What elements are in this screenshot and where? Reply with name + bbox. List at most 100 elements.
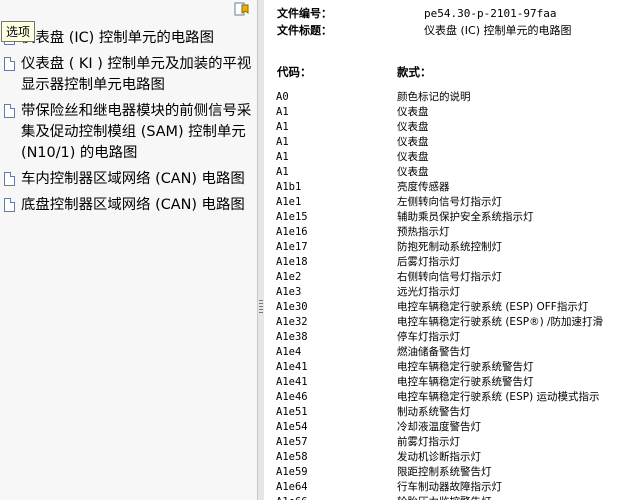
bookmarks-panel: 选项 仪表盘 (IC) 控制单元的电路图仪表盘 ( KI ) 控制单元及加装的平…	[0, 0, 257, 500]
part-description: 停车灯指示灯	[397, 331, 460, 343]
part-description: 电控车辆稳定行驶系统 (ESP) OFF指示灯	[397, 301, 589, 313]
part-code: A1e17	[276, 241, 308, 253]
bookmark-label: 车内控制器区域网络 (CAN) 电路图	[21, 171, 245, 187]
part-description: 电控车辆稳定行驶系统警告灯	[397, 376, 534, 388]
part-code: A1e66	[276, 495, 308, 500]
bookmark-item[interactable]: 底盘控制器区域网络 (CAN) 电路图	[3, 195, 255, 216]
part-description: 前雾灯指示灯	[397, 436, 460, 448]
bookmark-item[interactable]: 仪表盘 (IC) 控制单元的电路图	[3, 28, 255, 49]
table-row: A1e16 预热指示灯	[264, 225, 629, 240]
part-description: 辅助乘员保护安全系统指示灯	[397, 211, 534, 223]
table-row: A1e64 行车制动器故障指示灯	[264, 480, 629, 495]
part-description: 轮胎压力监控警告灯	[397, 495, 492, 500]
bookmark-options-icon[interactable]	[233, 1, 251, 17]
part-code: A1e32	[276, 316, 308, 328]
table-row: A1e57 前雾灯指示灯	[264, 435, 629, 450]
part-code: A1	[276, 166, 289, 178]
bookmark-label: 仪表盘 (IC) 控制单元的电路图	[21, 30, 214, 46]
part-description: 远光灯指示灯	[397, 286, 460, 298]
table-row: A1e51 制动系统警告灯	[264, 405, 629, 420]
table-row: A1e18 后雾灯指示灯	[264, 255, 629, 270]
part-code: A1e16	[276, 226, 308, 238]
part-code: A1e59	[276, 466, 308, 478]
part-code: A1e15	[276, 211, 308, 223]
parts-table: A0 颜色标记的说明 A1 仪表盘 A1 仪表盘 A1 仪表盘 A1 仪表盘 A1 仪表盘 A1b1 亮度…	[264, 90, 629, 500]
part-description: 亮度传感器	[397, 181, 450, 193]
description-column-header: 款式：	[397, 65, 432, 79]
options-tooltip: 选项	[1, 21, 36, 42]
part-code: A1e30	[276, 301, 308, 313]
part-description: 行车制动器故障指示灯	[397, 481, 502, 493]
bookmark-label: 仪表盘 ( KI ) 控制单元及加装的平视显示器控制单元电路图	[21, 56, 252, 93]
part-code: A1e57	[276, 436, 308, 448]
part-description: 电控车辆稳定行驶系统 (ESP®) /防加速打滑	[397, 316, 604, 328]
bookmark-label: 带保险丝和继电器模块的前侧信号采集及促动控制模组 (SAM) 控制单元 (N10…	[21, 103, 252, 161]
bookmark-page-icon	[4, 198, 15, 212]
table-row: A1e38 停车灯指示灯	[264, 330, 629, 345]
doc-title-value: 仪表盘 (IC) 控制单元的电路图	[424, 24, 572, 37]
table-row: A1e66 轮胎压力监控警告灯	[264, 495, 629, 500]
part-description: 电控车辆稳定行驶系统警告灯	[397, 361, 534, 373]
table-row: A1e15 辅助乘员保护安全系统指示灯	[264, 210, 629, 225]
table-row: A1e3 远光灯指示灯	[264, 285, 629, 300]
part-code: A1	[276, 151, 289, 163]
part-description: 制动系统警告灯	[397, 406, 471, 418]
table-row: A1e58 发动机诊断指示灯	[264, 450, 629, 465]
bookmark-item[interactable]: 仪表盘 ( KI ) 控制单元及加装的平视显示器控制单元电路图	[3, 54, 255, 96]
part-description: 仪表盘	[397, 151, 429, 163]
table-row: A0 颜色标记的说明	[264, 90, 629, 105]
part-code: A1e3	[276, 286, 302, 298]
table-row: A1e1 左侧转向信号灯指示灯	[264, 195, 629, 210]
part-code: A1e51	[276, 406, 308, 418]
table-row: A1e4 燃油储备警告灯	[264, 345, 629, 360]
doc-number-label: 文件编号：	[277, 7, 332, 20]
table-row: A1 仪表盘	[264, 135, 629, 150]
part-description: 燃油储备警告灯	[397, 346, 471, 358]
part-code: A1e41	[276, 361, 308, 373]
bookmark-item[interactable]: 车内控制器区域网络 (CAN) 电路图	[3, 169, 255, 190]
part-code: A1	[276, 136, 289, 148]
part-description: 颜色标记的说明	[397, 91, 471, 103]
part-description: 仪表盘	[397, 166, 429, 178]
part-description: 左侧转向信号灯指示灯	[397, 196, 502, 208]
table-row: A1 仪表盘	[264, 105, 629, 120]
part-code: A1e64	[276, 481, 308, 493]
part-code: A1	[276, 121, 289, 133]
part-code: A1b1	[276, 181, 302, 193]
table-row: A1e30 电控车辆稳定行驶系统 (ESP) OFF指示灯	[264, 300, 629, 315]
table-row: A1e17 防抱死制动系统控制灯	[264, 240, 629, 255]
part-code: A1e54	[276, 421, 308, 433]
part-description: 发动机诊断指示灯	[397, 451, 481, 463]
part-description: 电控车辆稳定行驶系统 (ESP) 运动模式指示	[397, 391, 600, 403]
bookmark-page-icon	[4, 172, 15, 186]
table-row: A1 仪表盘	[264, 165, 629, 180]
part-code: A1e41	[276, 376, 308, 388]
table-row: A1e59 限距控制系统警告灯	[264, 465, 629, 480]
table-row: A1e2 右侧转向信号灯指示灯	[264, 270, 629, 285]
bookmark-page-icon	[4, 104, 15, 118]
table-row: A1e41 电控车辆稳定行驶系统警告灯	[264, 360, 629, 375]
part-description: 右侧转向信号灯指示灯	[397, 271, 502, 283]
part-code: A1e58	[276, 451, 308, 463]
part-code: A1e46	[276, 391, 308, 403]
bookmark-label: 底盘控制器区域网络 (CAN) 电路图	[21, 197, 245, 213]
table-row: A1e46 电控车辆稳定行驶系统 (ESP) 运动模式指示	[264, 390, 629, 405]
table-row: A1e41 电控车辆稳定行驶系统警告灯	[264, 375, 629, 390]
bookmark-item[interactable]: 带保险丝和继电器模块的前侧信号采集及促动控制模组 (SAM) 控制单元 (N10…	[3, 101, 255, 164]
part-description: 后雾灯指示灯	[397, 256, 460, 268]
table-row: A1e54 冷却液温度警告灯	[264, 420, 629, 435]
part-code: A1	[276, 106, 289, 118]
part-description: 冷却液温度警告灯	[397, 421, 481, 433]
bookmark-page-icon	[4, 57, 15, 71]
part-description: 预热指示灯	[397, 226, 450, 238]
table-row: A1b1 亮度传感器	[264, 180, 629, 195]
part-code: A1e38	[276, 331, 308, 343]
bookmark-list: 仪表盘 (IC) 控制单元的电路图仪表盘 ( KI ) 控制单元及加装的平视显示…	[3, 28, 255, 221]
part-description: 限距控制系统警告灯	[397, 466, 492, 478]
part-description: 仪表盘	[397, 136, 429, 148]
part-description: 防抱死制动系统控制灯	[397, 241, 502, 253]
table-row: A1e32 电控车辆稳定行驶系统 (ESP®) /防加速打滑	[264, 315, 629, 330]
splitter-grip-icon[interactable]	[259, 300, 263, 314]
doc-title-label: 文件标题：	[277, 24, 332, 37]
part-description: 仪表盘	[397, 121, 429, 133]
